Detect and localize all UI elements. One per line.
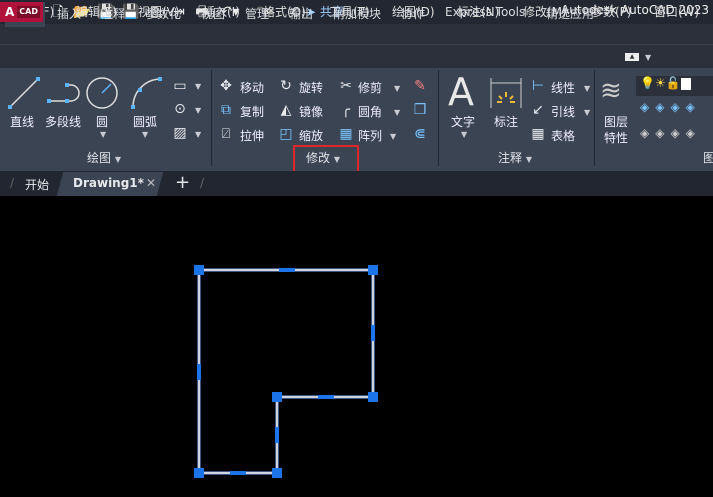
vertex-grip[interactable]: [272, 468, 282, 478]
midpoint-grip[interactable]: [279, 268, 295, 272]
vertex-grip[interactable]: [272, 392, 282, 402]
midpoint-grip[interactable]: [230, 471, 246, 475]
midpoint-grip[interactable]: [371, 325, 375, 341]
midpoint-grip[interactable]: [275, 427, 279, 443]
midpoint-grip[interactable]: [197, 364, 201, 380]
vertex-grip[interactable]: [194, 468, 204, 478]
vertex-grip[interactable]: [368, 392, 378, 402]
selected-polyline[interactable]: [0, 0, 713, 497]
midpoint-grip[interactable]: [318, 395, 334, 399]
vertex-grip[interactable]: [194, 265, 204, 275]
app-logo[interactable]: A CAD: [0, 2, 43, 22]
logo-sub: CAD: [17, 6, 40, 18]
vertex-grip[interactable]: [368, 265, 378, 275]
logo-letter: A: [5, 5, 15, 19]
